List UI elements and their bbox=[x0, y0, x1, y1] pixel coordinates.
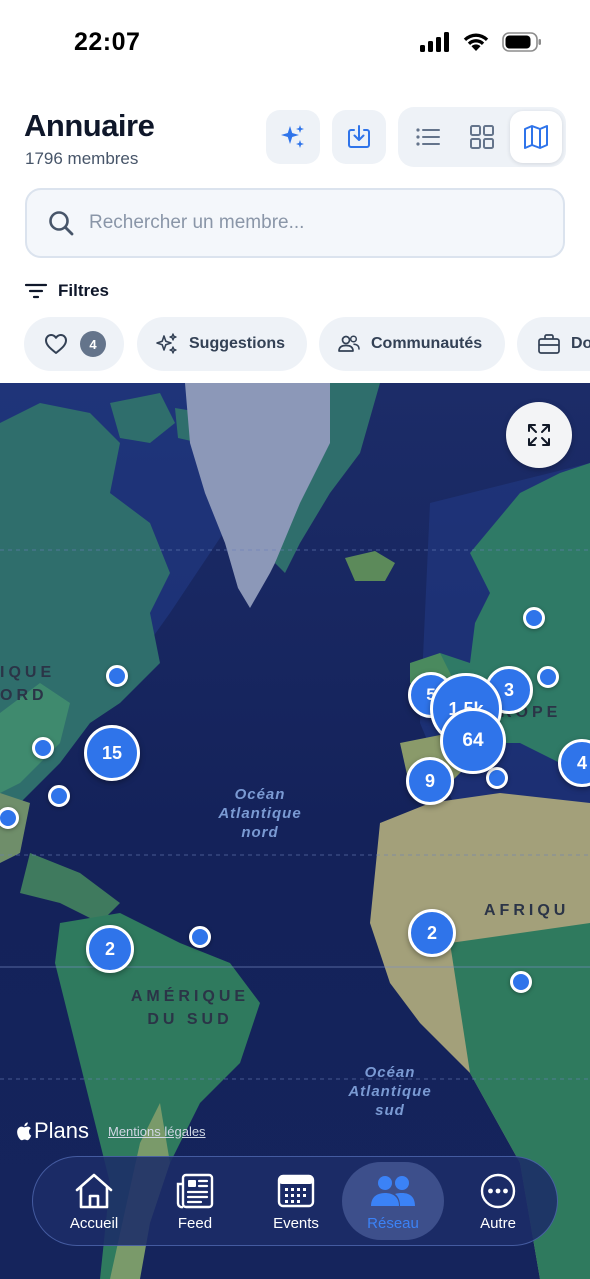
map-view-button[interactable] bbox=[510, 111, 562, 163]
tab-label: Feed bbox=[177, 1214, 213, 1232]
member-pin[interactable] bbox=[106, 665, 128, 687]
member-map[interactable]: Océan Atlantique nord Océan Atlantique s… bbox=[0, 383, 590, 1279]
favorites-chip[interactable]: 4 bbox=[24, 317, 124, 371]
tab-bar: Accueil Feed Events Réseau Autre bbox=[32, 1156, 558, 1246]
ai-suggest-button[interactable] bbox=[266, 110, 320, 164]
member-pin[interactable] bbox=[537, 666, 559, 688]
download-icon bbox=[348, 125, 370, 148]
member-pin[interactable] bbox=[523, 607, 545, 629]
search-input[interactable] bbox=[89, 212, 509, 234]
ocean-label-south-atlantic: Océan Atlantique sud bbox=[348, 1064, 432, 1119]
battery-icon bbox=[502, 32, 541, 52]
list-view-button[interactable] bbox=[402, 111, 454, 163]
tab-autre[interactable]: Autre bbox=[447, 1157, 549, 1245]
domains-label: Do bbox=[571, 335, 590, 352]
member-cluster[interactable]: 2 bbox=[86, 925, 134, 973]
maps-brand-label: Plans bbox=[34, 1118, 90, 1143]
filters-label: Filtres bbox=[58, 281, 110, 300]
communities-chip[interactable]: Communautés bbox=[319, 317, 505, 371]
favorites-count-badge: 4 bbox=[80, 331, 106, 357]
apple-logo-icon bbox=[17, 1122, 32, 1141]
tab-label: Accueil bbox=[69, 1214, 119, 1232]
signal-icon bbox=[420, 32, 449, 52]
tab-events[interactable]: Events bbox=[245, 1157, 347, 1245]
tab-label: Réseau bbox=[367, 1214, 419, 1232]
member-cluster[interactable]: 64 bbox=[440, 708, 506, 774]
domains-chip[interactable]: Do bbox=[517, 317, 590, 371]
filter-chips: 4 Suggestions Communautés Do bbox=[0, 317, 590, 373]
briefcase-icon bbox=[537, 333, 561, 355]
region-label-africa: AFRIQU bbox=[484, 902, 570, 919]
status-time: 22:07 bbox=[74, 28, 141, 56]
ocean-label-north-atlantic: Océan Atlantique nord bbox=[218, 786, 302, 841]
member-cluster[interactable]: 2 bbox=[408, 909, 456, 957]
legal-notice-link[interactable]: Mentions légales bbox=[108, 1124, 206, 1139]
tab-feed[interactable]: Feed bbox=[144, 1157, 246, 1245]
tab-label: Events bbox=[273, 1214, 319, 1232]
tab-label: Autre bbox=[480, 1214, 516, 1232]
calendar-icon bbox=[276, 1171, 316, 1211]
list-icon bbox=[416, 128, 440, 146]
member-pin[interactable] bbox=[48, 785, 70, 807]
status-icons bbox=[420, 32, 542, 52]
suggestions-label: Suggestions bbox=[189, 335, 286, 352]
people-icon bbox=[369, 1171, 417, 1211]
filter-icon bbox=[24, 283, 48, 299]
status-bar: 22:07 bbox=[0, 0, 590, 90]
region-label-south-america: AMÉRIQUE DU SUD bbox=[130, 988, 250, 1028]
member-cluster[interactable]: 15 bbox=[84, 725, 140, 781]
newspaper-icon bbox=[175, 1171, 215, 1211]
member-pin[interactable] bbox=[510, 971, 532, 993]
member-cluster[interactable]: 9 bbox=[406, 757, 454, 805]
download-button[interactable] bbox=[332, 110, 386, 164]
member-count: 1796 membres bbox=[25, 149, 139, 168]
member-pin[interactable] bbox=[189, 926, 211, 948]
search-icon bbox=[47, 209, 75, 237]
wifi-icon bbox=[463, 33, 489, 51]
page-title: Annuaire bbox=[24, 108, 155, 143]
expand-map-button[interactable] bbox=[506, 402, 572, 468]
grid-icon bbox=[470, 125, 494, 149]
map-icon bbox=[524, 125, 548, 149]
search-bar bbox=[25, 188, 565, 258]
region-label-north-america: IQUE ORD bbox=[0, 664, 56, 704]
view-switch bbox=[398, 107, 566, 167]
communities-label: Communautés bbox=[371, 335, 483, 352]
sparkles-icon bbox=[155, 332, 179, 356]
expand-icon bbox=[528, 424, 550, 446]
suggestions-chip[interactable]: Suggestions bbox=[137, 317, 307, 371]
member-pin[interactable] bbox=[32, 737, 54, 759]
heart-icon bbox=[45, 334, 67, 354]
maps-attribution: Plans bbox=[16, 1118, 89, 1144]
home-icon bbox=[73, 1171, 115, 1211]
sparkles-icon bbox=[281, 125, 304, 148]
more-icon bbox=[479, 1171, 517, 1211]
filters-button[interactable]: Filtres bbox=[24, 281, 109, 301]
member-pin[interactable] bbox=[486, 767, 508, 789]
tab-reseau[interactable]: Réseau bbox=[342, 1162, 444, 1240]
grid-view-button[interactable] bbox=[456, 111, 508, 163]
tab-accueil[interactable]: Accueil bbox=[43, 1157, 145, 1245]
group-icon bbox=[337, 334, 361, 354]
